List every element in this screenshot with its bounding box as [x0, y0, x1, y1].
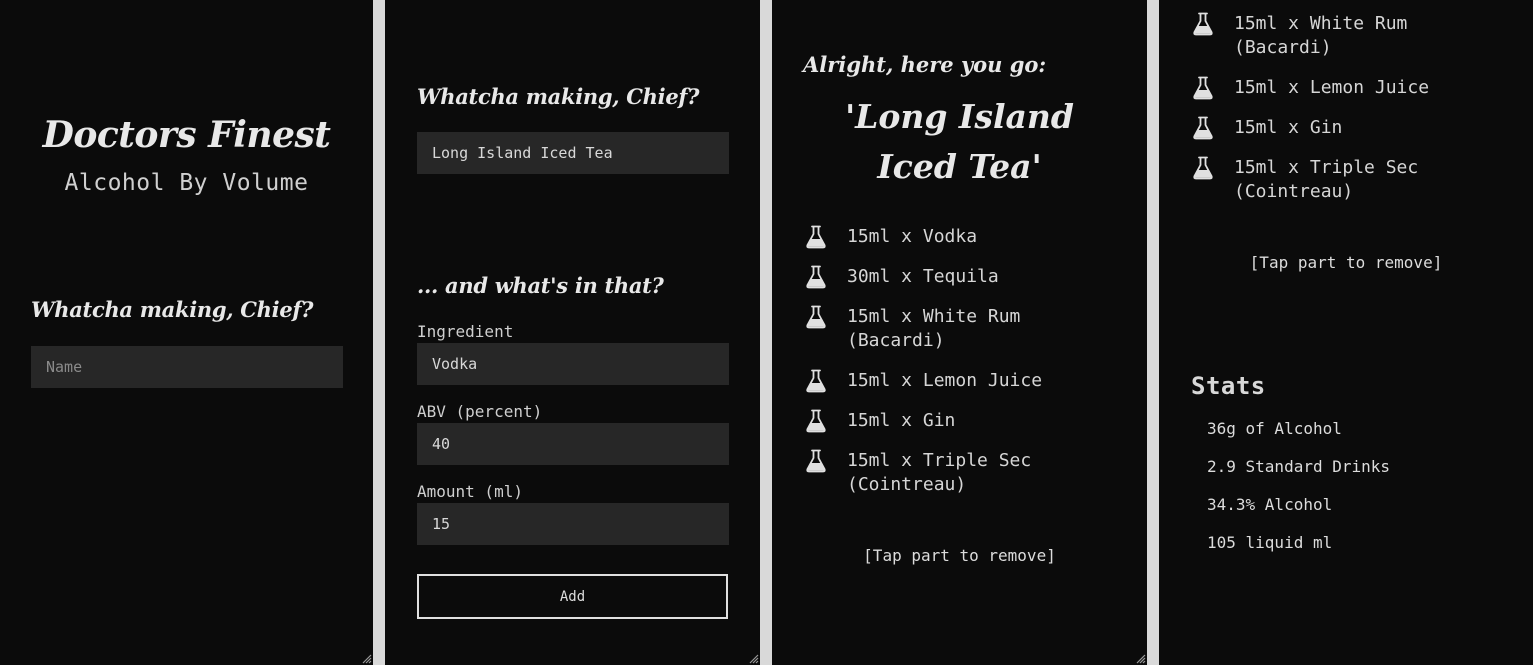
flask-icon — [1192, 12, 1214, 36]
stats-title: Stats — [1191, 372, 1266, 400]
resize-grip-icon[interactable] — [747, 652, 759, 664]
stat-alcohol-percent: 34.3% Alcohol — [1207, 495, 1333, 514]
ingredient-item[interactable]: 15ml x Triple Sec (Cointreau) — [1192, 156, 1452, 204]
resize-grip-icon[interactable] — [360, 652, 372, 664]
resize-grip-icon[interactable] — [1134, 652, 1146, 664]
ingredient-form-panel: Whatcha making, Chief? ... and what's in… — [385, 0, 760, 665]
add-button[interactable]: Add — [417, 574, 728, 619]
flask-icon — [805, 265, 827, 289]
ingredients-heading: ... and what's in that? — [417, 273, 664, 298]
ingredient-text: 15ml x Lemon Juice — [1234, 77, 1430, 98]
ingredient-item[interactable]: 15ml x Vodka — [805, 225, 1105, 249]
flask-icon — [1192, 116, 1214, 140]
ingredient-text: 15ml x Triple Sec (Cointreau) — [847, 450, 1032, 495]
drink-name-input[interactable] — [417, 132, 729, 174]
ingredient-item[interactable]: 15ml x White Rum (Bacardi) — [1192, 12, 1442, 60]
ingredient-item[interactable]: 15ml x White Rum (Bacardi) — [805, 305, 1055, 353]
ingredient-item[interactable]: 15ml x Gin — [1192, 116, 1492, 140]
abv-label: ABV (percent) — [417, 402, 543, 421]
ingredient-item[interactable]: 15ml x Triple Sec (Cointreau) — [805, 449, 1065, 497]
tap-hint: [Tap part to remove] — [1249, 253, 1443, 272]
app-title: Doctors Finest — [42, 114, 331, 156]
start-panel: Doctors Finest Alcohol By Volume Whatcha… — [0, 0, 373, 665]
stat-alcohol-grams: 36g of Alcohol — [1207, 419, 1342, 438]
flask-icon — [805, 369, 827, 393]
flask-icon — [805, 305, 827, 329]
flask-icon — [805, 449, 827, 473]
recipe-panel: Alright, here you go: 'Long Island Iced … — [772, 0, 1147, 665]
ingredient-item[interactable]: 15ml x Lemon Juice — [805, 369, 1105, 393]
ingredient-text: 15ml x White Rum (Bacardi) — [847, 306, 1021, 351]
recipe-stats-panel: 15ml x White Rum (Bacardi) 15ml x Lemon … — [1159, 0, 1533, 665]
ingredient-text: 15ml x Lemon Juice — [847, 370, 1043, 391]
drink-name-title: 'Long Island Iced Tea' — [845, 97, 1074, 186]
ingredient-text: 15ml x Gin — [847, 410, 956, 431]
ingredient-text: 30ml x Tequila — [847, 266, 999, 287]
recipe-intro: Alright, here you go: — [803, 52, 1047, 77]
stat-liquid-ml: 105 liquid ml — [1207, 533, 1333, 552]
stat-standard-drinks: 2.9 Standard Drinks — [1207, 457, 1391, 476]
name-heading: Whatcha making, Chief? — [417, 84, 700, 109]
ingredient-text: 15ml x Gin — [1234, 117, 1343, 138]
flask-icon — [805, 409, 827, 433]
ingredient-text: 15ml x White Rum (Bacardi) — [1234, 13, 1408, 58]
ingredient-item[interactable]: 30ml x Tequila — [805, 265, 1105, 289]
ingredient-item[interactable]: 15ml x Lemon Juice — [1192, 76, 1492, 100]
ingredient-item[interactable]: 15ml x Gin — [805, 409, 1105, 433]
flask-icon — [805, 225, 827, 249]
drink-name-input[interactable] — [31, 346, 343, 388]
flask-icon — [1192, 76, 1214, 100]
amount-label: Amount (ml) — [417, 482, 523, 501]
ingredient-text: 15ml x Triple Sec (Cointreau) — [1234, 157, 1419, 202]
ingredient-text: 15ml x Vodka — [847, 226, 978, 247]
amount-input[interactable] — [417, 503, 729, 545]
name-heading: Whatcha making, Chief? — [31, 297, 314, 322]
flask-icon — [1192, 156, 1214, 180]
abv-input[interactable] — [417, 423, 729, 465]
app-subtitle: Alcohol By Volume — [64, 170, 309, 196]
tap-hint: [Tap part to remove] — [863, 546, 1056, 565]
ingredient-label: Ingredient — [417, 322, 514, 341]
ingredient-input[interactable] — [417, 343, 729, 385]
